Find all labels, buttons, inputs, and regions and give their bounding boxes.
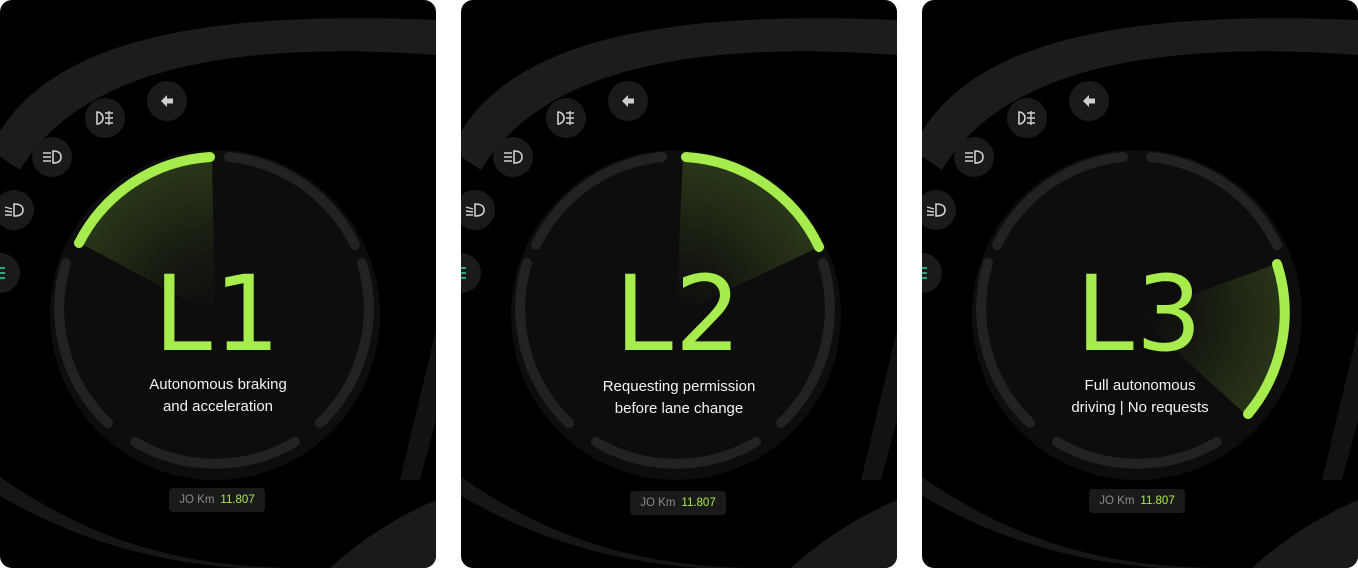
level-description: Requesting permission before lane change xyxy=(461,376,897,420)
odometer-value: 11.807 xyxy=(1140,495,1175,507)
autonomy-level: L3 xyxy=(1075,253,1205,375)
description-line-1: Requesting permission xyxy=(602,378,756,395)
autonomy-level: L2 xyxy=(614,253,744,375)
high-beam-icon xyxy=(954,137,994,177)
odometer-value: 11.807 xyxy=(681,497,716,509)
odometer: JO Km 11.807 xyxy=(630,491,726,515)
odometer: JO Km 11.807 xyxy=(169,488,265,512)
description-line-2: before lane change xyxy=(614,400,744,417)
odometer-label: JO Km xyxy=(179,494,215,506)
odometer-label: JO Km xyxy=(1099,495,1135,507)
autonomy-level: L1 xyxy=(153,253,283,375)
fog-light-icon xyxy=(546,98,586,138)
fog-light-icon xyxy=(85,98,125,138)
fog-light-icon xyxy=(1007,98,1047,138)
description-line-2: driving | No requests xyxy=(1071,399,1209,416)
description-line-1: Autonomous braking xyxy=(149,376,287,393)
odometer-label: JO Km xyxy=(640,497,676,509)
description-line-2: and acceleration xyxy=(162,398,274,415)
dashboard-panel-l1: L1 Autonomous braking and acceleration J… xyxy=(0,0,436,568)
level-description: Autonomous braking and acceleration xyxy=(0,374,436,418)
dashboard-panel-l2: L2 Requesting permission before lane cha… xyxy=(461,0,897,568)
back-arrow-icon[interactable] xyxy=(1069,81,1109,121)
odometer-value: 11.807 xyxy=(220,494,255,506)
high-beam-icon xyxy=(32,137,72,177)
back-arrow-icon[interactable] xyxy=(608,81,648,121)
description-line-1: Full autonomous xyxy=(1084,377,1196,394)
odometer: JO Km 11.807 xyxy=(1089,489,1185,513)
dashboard-panel-l3: L3 Full autonomous driving | No requests… xyxy=(922,0,1358,568)
high-beam-icon xyxy=(493,137,533,177)
back-arrow-icon[interactable] xyxy=(147,81,187,121)
level-description: Full autonomous driving | No requests xyxy=(922,375,1358,419)
